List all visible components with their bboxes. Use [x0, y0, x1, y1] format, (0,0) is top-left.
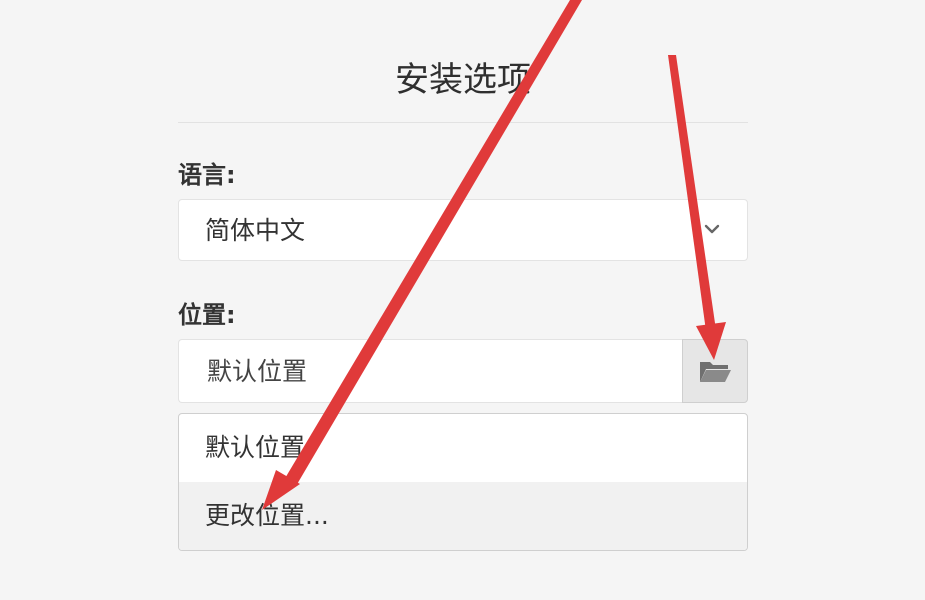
dialog-title: 安装选项	[395, 60, 531, 100]
location-dropdown-list: 默认位置 更改位置...	[178, 413, 748, 551]
location-label: 位置:	[178, 301, 236, 329]
location-value: 默认位置	[207, 357, 308, 386]
install-options-panel: 安装选项 语言: 简体中文 位置: 默认位置 默认位置 更改位置...	[178, 40, 748, 551]
language-selected-value: 简体中文	[205, 216, 306, 245]
location-input[interactable]: 默认位置	[178, 339, 682, 403]
location-option-change[interactable]: 更改位置...	[179, 482, 747, 550]
chevron-down-icon	[704, 224, 720, 234]
location-row: 默认位置	[178, 339, 748, 403]
language-label: 语言:	[178, 161, 236, 189]
language-select[interactable]: 简体中文	[178, 199, 748, 261]
title-divider	[178, 122, 748, 123]
browse-folder-button[interactable]	[682, 339, 748, 403]
location-option-default[interactable]: 默认位置	[179, 414, 747, 482]
folder-open-icon	[700, 362, 731, 382]
install-options-screen: 安装选项 语言: 简体中文 位置: 默认位置 默认位置 更改位置...	[0, 0, 925, 600]
